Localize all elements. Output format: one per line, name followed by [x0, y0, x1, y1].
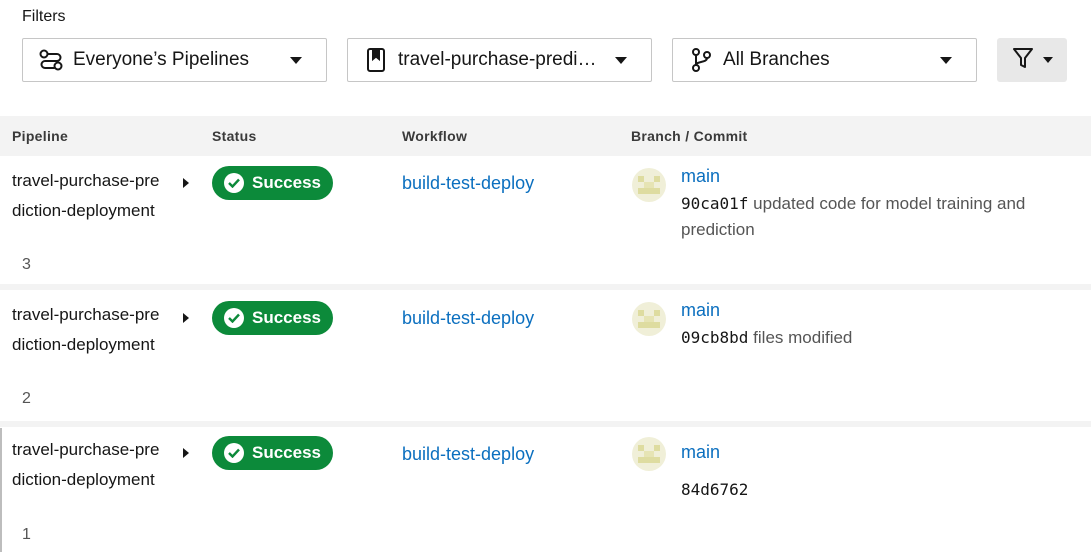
advanced-filter-button[interactable]: [997, 38, 1067, 82]
table-row[interactable]: travel-purchase-prediction-deployment 3 …: [0, 156, 1091, 284]
user-avatar[interactable]: [632, 302, 666, 336]
table-header: Pipeline Status Workflow Branch / Commit: [0, 116, 1091, 156]
commit-hash[interactable]: 84d6762: [681, 480, 748, 499]
column-header-workflow: Workflow: [402, 128, 468, 144]
commit-hash[interactable]: 90ca01f: [681, 194, 748, 213]
commit-hash[interactable]: 09cb8bd: [681, 328, 748, 347]
pipeline-name[interactable]: travel-purchase-prediction-deployment: [12, 166, 162, 226]
user-avatar[interactable]: [632, 437, 666, 471]
pipeline-name[interactable]: travel-purchase-prediction-deployment: [12, 300, 162, 360]
status-label: Success: [252, 173, 321, 192]
status-label: Success: [252, 443, 321, 462]
column-header-branch-commit: Branch / Commit: [631, 128, 748, 144]
status-badge[interactable]: Success: [212, 436, 333, 470]
check-circle-icon: [224, 443, 244, 463]
pipeline-number: 3: [22, 256, 31, 273]
table-row[interactable]: travel-purchase-prediction-deployment 1 …: [2, 427, 1091, 552]
commit-info: 90ca01f updated code for model training …: [681, 191, 1061, 243]
branches-filter-dropdown[interactable]: All Branches: [672, 38, 977, 82]
branch-link[interactable]: main: [681, 442, 720, 463]
chevron-down-icon: [290, 56, 302, 64]
status-badge[interactable]: Success: [212, 301, 333, 335]
status-label: Success: [252, 308, 321, 327]
commit-info: 09cb8bd files modified: [681, 325, 1061, 351]
pipeline-number: 2: [22, 390, 31, 407]
workflow-link[interactable]: build-test-deploy: [402, 444, 534, 465]
branches-filter-value: All Branches: [723, 49, 830, 70]
pipelines-icon: [37, 46, 65, 74]
table-row[interactable]: travel-purchase-prediction-deployment 2 …: [0, 290, 1091, 421]
user-avatar[interactable]: [632, 168, 666, 202]
chevron-down-icon: [615, 56, 627, 64]
chevron-right-icon[interactable]: [183, 178, 189, 188]
branch-link[interactable]: main: [681, 166, 720, 187]
funnel-icon: [1011, 45, 1035, 76]
filters-label: Filters: [22, 8, 66, 25]
branch-link[interactable]: main: [681, 300, 720, 321]
column-header-status: Status: [212, 128, 257, 144]
status-badge[interactable]: Success: [212, 166, 333, 200]
chevron-down-icon: [1043, 57, 1053, 63]
column-header-pipeline: Pipeline: [12, 128, 69, 144]
git-branch-icon: [687, 46, 715, 74]
chevron-right-icon[interactable]: [183, 448, 189, 458]
commit-message: files modified: [753, 328, 853, 347]
chevron-right-icon[interactable]: [183, 313, 189, 323]
chevron-down-icon: [940, 56, 952, 64]
project-filter-dropdown[interactable]: travel-purchase-predic…: [347, 38, 652, 82]
workflow-link[interactable]: build-test-deploy: [402, 308, 534, 329]
check-circle-icon: [224, 308, 244, 328]
pipeline-name[interactable]: travel-purchase-prediction-deployment: [12, 435, 162, 495]
project-filter-value: travel-purchase-predic…: [398, 49, 605, 70]
pipelines-filter-dropdown[interactable]: Everyone’s Pipelines: [22, 38, 327, 82]
pipeline-number: 1: [22, 526, 31, 543]
pipelines-filter-value: Everyone’s Pipelines: [73, 49, 250, 70]
workflow-link[interactable]: build-test-deploy: [402, 173, 534, 194]
bookmark-icon: [362, 46, 390, 74]
commit-info: 84d6762: [681, 477, 1061, 503]
check-circle-icon: [224, 173, 244, 193]
